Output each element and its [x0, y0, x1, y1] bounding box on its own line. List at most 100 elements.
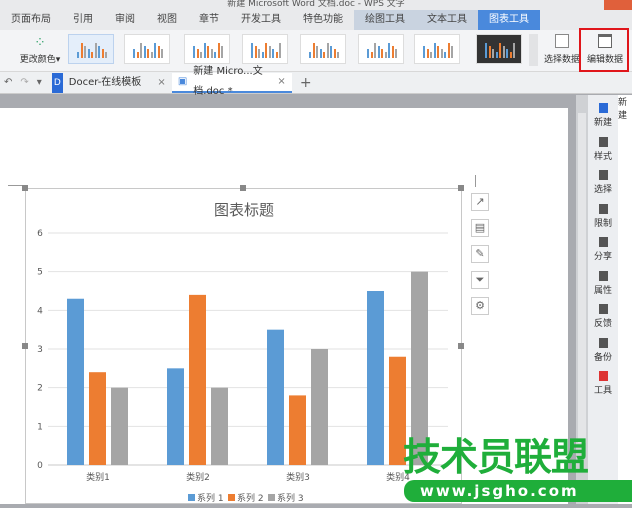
menu-0[interactable]: 页面布局 — [0, 10, 62, 30]
close-tab-icon[interactable]: × — [277, 72, 285, 92]
side-item-7[interactable]: 备份 — [588, 337, 618, 363]
dropdown-icon[interactable]: ▾ — [33, 77, 46, 88]
side-item-4[interactable]: 分享 — [588, 237, 618, 262]
side-item-5[interactable]: 属性 — [588, 270, 618, 296]
menu-6[interactable]: 特色功能 — [292, 10, 354, 30]
menu-5[interactable]: 开发工具 — [230, 10, 292, 30]
bar-系列1-类别4 — [367, 291, 384, 465]
chart-style-thumbnail[interactable] — [242, 34, 288, 64]
side-item-3[interactable]: 限制 — [588, 203, 618, 229]
title-bar: 新建 Microsoft Word 文档.doc - WPS 文字 — [0, 0, 632, 10]
task-pane-title: 新建 — [618, 98, 628, 121]
menu-7[interactable]: 绘图工具 — [354, 10, 416, 30]
side-item-6[interactable]: 反馈 — [588, 304, 618, 329]
side-item-icon — [598, 337, 608, 348]
chart-style-thumbnail[interactable] — [414, 34, 460, 64]
menu-4[interactable]: 章节 — [188, 10, 230, 30]
bar-系列3-类别1 — [111, 387, 128, 465]
chart-settings-icon[interactable]: ⚙ — [471, 297, 489, 315]
chart-filter-icon[interactable]: ⏷ — [471, 271, 489, 289]
menu-3[interactable]: 视图 — [146, 10, 188, 30]
redo-icon[interactable]: ↷ — [16, 77, 32, 88]
side-item-icon — [598, 371, 608, 381]
resize-handle[interactable] — [240, 185, 246, 191]
chart-style-thumbnail[interactable] — [476, 34, 522, 64]
resize-handle[interactable] — [458, 185, 464, 191]
resize-handle[interactable] — [458, 343, 464, 349]
side-item-label: 样式 — [593, 151, 612, 162]
chart-title: 图表标题 — [214, 201, 274, 219]
close-tab-icon[interactable]: × — [157, 73, 165, 93]
new-tab-icon[interactable]: + — [292, 75, 320, 91]
chart-style-thumbnail[interactable] — [184, 34, 230, 64]
docer-icon: D — [51, 72, 63, 93]
tab-docer[interactable]: D Docer-在线模板 × — [46, 72, 172, 93]
side-item-icon — [598, 304, 608, 314]
legend-swatch — [228, 494, 235, 501]
side-item-label: 属性 — [593, 285, 612, 296]
side-item-icon — [598, 270, 608, 281]
menu-9[interactable]: 图表工具 — [478, 10, 540, 30]
bar-系列1-类别1 — [67, 298, 84, 465]
y-tick-label: 4 — [37, 306, 43, 316]
side-item-label: 备份 — [593, 352, 612, 363]
chart-style-thumbnail[interactable] — [124, 34, 170, 64]
side-item-icon — [598, 103, 608, 113]
chart-style-thumbnail[interactable] — [358, 34, 404, 64]
change-color-label: 更改颜色 — [19, 55, 56, 65]
undo-icon[interactable]: ↶ — [0, 77, 16, 88]
chart-style-thumbnail[interactable] — [300, 34, 346, 64]
resize-handle[interactable] — [22, 185, 28, 191]
x-tick-label: 类别2 — [186, 471, 210, 483]
y-tick-label: 5 — [37, 268, 43, 278]
bar-系列1-类别2 — [167, 368, 184, 465]
ribbon: ⁘ 更改颜色▾ 选择数据 编辑数据 — [0, 30, 632, 72]
side-item-label: 分享 — [593, 252, 612, 262]
legend-label: 系列 3 — [277, 492, 304, 504]
select-data-icon — [555, 34, 569, 48]
y-tick-label: 0 — [37, 461, 43, 471]
y-tick-label: 6 — [37, 229, 43, 239]
side-item-icon — [598, 237, 608, 247]
y-tick-label: 2 — [37, 384, 43, 394]
window-title: 新建 Microsoft Word 文档.doc - WPS 文字 — [227, 0, 405, 9]
highlight-box — [579, 28, 629, 72]
menu-bar: 页面布局 引用 审阅 视图 章节 开发工具 特色功能 绘图工具 文本工具 图表工具 — [0, 10, 632, 30]
chart-svg: 图表标题0123456类别1 类别2 类别3 类别4系列 1 系列 2 系列 3 — [37, 201, 448, 504]
side-item-label: 新建 — [593, 118, 612, 128]
menu-8[interactable]: 文本工具 — [416, 10, 478, 30]
y-tick-label: 3 — [37, 345, 43, 355]
legend-label: 系列 1 — [197, 492, 224, 504]
x-tick-label: 类别3 — [286, 471, 310, 483]
side-item-0[interactable]: 新建 — [588, 103, 618, 128]
side-item-label: 工具 — [593, 386, 612, 396]
close-button[interactable] — [604, 0, 632, 10]
chart[interactable]: 图表标题 0 1 2 3 4 5 6 类别1 类别2 类别3 类别4 系列 1 系列 2 系列 3 — [25, 188, 462, 504]
chart-layout-icon[interactable]: ▤ — [471, 219, 489, 237]
menu-1[interactable]: 引用 — [62, 10, 104, 30]
legend-swatch — [188, 494, 195, 501]
side-item-2[interactable]: 选择 — [588, 170, 618, 195]
side-item-icon — [598, 170, 608, 180]
menu-2[interactable]: 审阅 — [104, 10, 146, 30]
side-item-icon — [598, 203, 608, 214]
margin-mark — [475, 175, 476, 187]
side-item-1[interactable]: 样式 — [588, 136, 618, 162]
x-tick-label: 类别1 — [86, 471, 110, 483]
ribbon-scroll[interactable] — [529, 34, 538, 66]
chart-elements-icon[interactable]: ↗ — [471, 193, 489, 211]
scroll-thumb[interactable] — [578, 113, 586, 443]
chart-style-icon[interactable]: ✎ — [471, 245, 489, 263]
tab-document[interactable]: ▣ 新建 Micro...文档.doc * × — [171, 66, 292, 97]
side-item-label: 限制 — [593, 218, 612, 229]
select-data-button[interactable]: 选择数据 — [542, 34, 582, 65]
side-item-8[interactable]: 工具 — [588, 371, 618, 396]
resize-handle[interactable] — [22, 343, 28, 349]
side-item-label: 选择 — [593, 185, 612, 195]
bar-系列2-类别3 — [289, 395, 306, 465]
change-color-button[interactable]: ⁘ 更改颜色▾ — [18, 34, 62, 65]
side-item-label: 反馈 — [593, 319, 612, 329]
chart-style-thumbnail[interactable] — [68, 34, 114, 64]
select-data-label: 选择数据 — [543, 55, 580, 65]
bar-系列2-类别2 — [189, 294, 206, 465]
